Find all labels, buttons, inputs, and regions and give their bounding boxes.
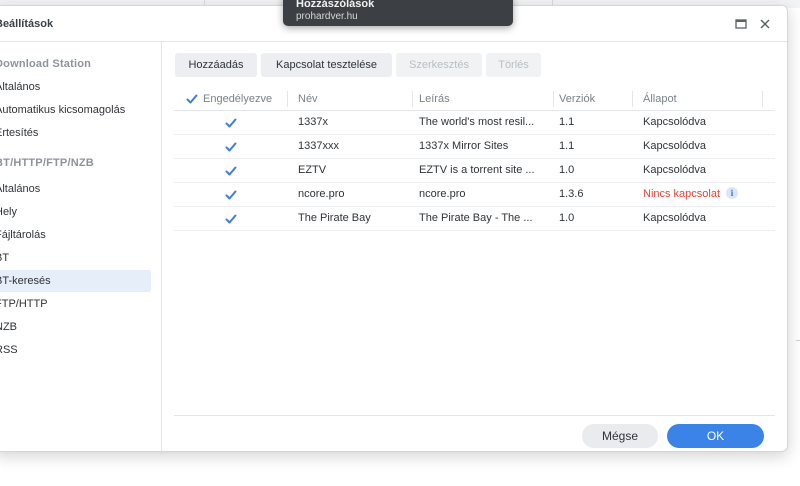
cancel-button[interactable]: Mégse <box>582 424 658 448</box>
cell-name: 1337x <box>298 116 328 128</box>
sidebar-item-bt-search[interactable]: BT-keresés <box>0 270 151 292</box>
cell-status: Kapcsolódva <box>643 116 706 128</box>
cell-description: The Pirate Bay - The ... <box>419 212 533 224</box>
sidebar-item-nzb[interactable]: NZB <box>0 316 151 338</box>
sidebar-item-general-2[interactable]: Általános <box>0 178 151 200</box>
column-header-name[interactable]: Név <box>292 88 412 110</box>
cell-name: EZTV <box>298 164 327 176</box>
close-icon[interactable] <box>757 16 773 32</box>
edit-button[interactable]: Szerkesztés <box>396 53 482 77</box>
enabled-checkbox[interactable] <box>224 116 238 130</box>
dialog-title: Beállítások <box>0 18 54 30</box>
enabled-checkbox[interactable] <box>224 140 238 154</box>
test-connection-button[interactable]: Kapcsolat tesztelése <box>261 53 392 77</box>
cell-version: 1.3.6 <box>559 188 584 200</box>
table-row[interactable]: 1337xxx 1337x Mirror Sites 1.1 Kapcsolód… <box>174 135 775 159</box>
cell-version: 1.0 <box>559 164 575 176</box>
column-header-description[interactable]: Leírás <box>413 88 553 110</box>
sidebar-header-download-station: Download Station <box>0 58 92 70</box>
table-row[interactable]: EZTV EZTV is a torrent site ... 1.0 Kapc… <box>174 159 775 183</box>
sidebar-item-rss[interactable]: RSS <box>0 339 151 361</box>
delete-button[interactable]: Törlés <box>486 53 541 77</box>
enabled-checkbox[interactable] <box>224 164 238 178</box>
status-text: Nincs kapcsolat <box>643 188 721 200</box>
sidebar-item-bt[interactable]: BT <box>0 247 151 269</box>
toast-subtitle: prohardver.hu <box>296 11 358 22</box>
cell-status: Kapcsolódva <box>643 164 706 176</box>
table-header: Engedélyezve Név Leírás Verziók Állapot <box>174 88 775 111</box>
table-row[interactable]: ncore.pro ncore.pro 1.3.6 Nincs kapcsola… <box>174 183 775 207</box>
sidebar-item-ftp-http[interactable]: FTP/HTTP <box>0 293 151 315</box>
sidebar-header-bt-http-ftp-nzb: BT/HTTP/FTP/NZB <box>0 157 94 169</box>
sidebar-item-file-storage[interactable]: Fájltárolás <box>0 224 151 246</box>
add-button[interactable]: Hozzáadás <box>175 53 257 77</box>
table-row[interactable]: 1337x The world's most resil... 1.1 Kapc… <box>174 111 775 135</box>
column-divider <box>287 91 288 107</box>
cell-status: Kapcsolódva <box>643 212 706 224</box>
sidebar-item-notification[interactable]: Értesítés <box>0 122 151 144</box>
footer-divider <box>174 415 775 416</box>
table-row[interactable]: The Pirate Bay The Pirate Bay - The ... … <box>174 207 775 231</box>
settings-sidebar: Download Station Általános Automatikus k… <box>0 42 162 451</box>
cell-status: Kapcsolódva <box>643 140 706 152</box>
cell-name: The Pirate Bay <box>298 212 371 224</box>
toast-title: Hozzászólások <box>296 0 375 10</box>
background-divider <box>796 340 800 341</box>
cell-version: 1.0 <box>559 212 575 224</box>
sidebar-item-location[interactable]: Hely <box>0 201 151 223</box>
background-area <box>0 455 800 486</box>
enabled-checkbox[interactable] <box>224 212 238 226</box>
ok-button[interactable]: OK <box>667 424 764 448</box>
cell-version: 1.1 <box>559 116 575 128</box>
cell-description: EZTV is a torrent site ... <box>419 164 535 176</box>
cell-name: ncore.pro <box>298 188 345 200</box>
enabled-checkbox[interactable] <box>224 188 238 202</box>
column-header-status[interactable]: Állapot <box>637 88 762 110</box>
info-icon[interactable]: i <box>726 187 739 200</box>
sidebar-item-auto-extract[interactable]: Automatikus kicsomagolás <box>0 99 151 121</box>
column-divider <box>762 91 763 107</box>
cell-version: 1.1 <box>559 140 575 152</box>
cell-description: 1337x Mirror Sites <box>419 140 509 152</box>
maximize-icon[interactable] <box>733 16 749 32</box>
settings-dialog: Beállítások Download Station Általános A… <box>0 5 788 452</box>
cell-name: 1337xxx <box>298 140 339 152</box>
sidebar-item-general[interactable]: Általános <box>0 76 151 98</box>
column-divider <box>632 91 633 107</box>
column-header-enabled[interactable]: Engedélyezve <box>197 88 297 110</box>
notification-toast[interactable]: Hozzászólások prohardver.hu <box>283 0 513 26</box>
column-header-version[interactable]: Verziók <box>553 88 633 110</box>
cell-description: The world's most resil... <box>419 116 535 128</box>
cell-description: ncore.pro <box>419 188 466 200</box>
cell-status-error: Nincs kapcsolat i <box>637 183 772 206</box>
